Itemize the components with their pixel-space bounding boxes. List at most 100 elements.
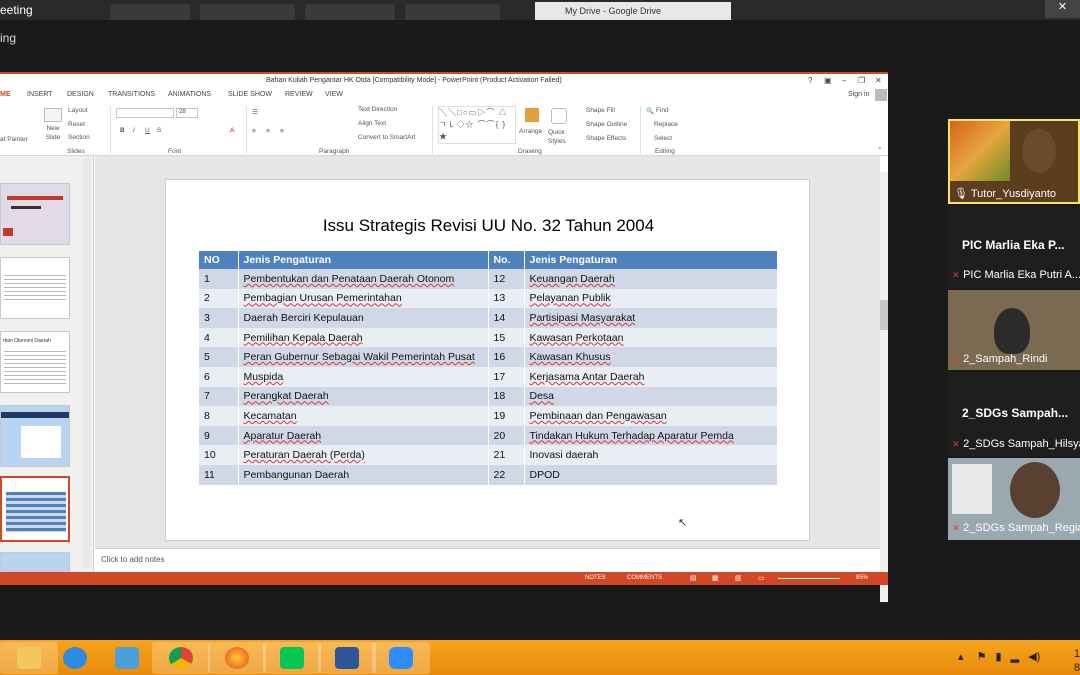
bullets-icon[interactable]: ☰	[252, 108, 258, 116]
taskbar-chrome[interactable]	[152, 642, 210, 674]
collapse-ribbon-icon[interactable]: ⌃	[877, 146, 882, 154]
layout-button[interactable]: Layout	[68, 107, 88, 114]
arrange-button[interactable]: Arrange	[519, 128, 542, 135]
cell-jenis: Keuangan Daerah	[524, 269, 778, 289]
align-left-icon[interactable]: ≡	[252, 128, 256, 135]
participant-video-tile[interactable]: ✕ 2_SDGs Sampah_Regia	[948, 458, 1080, 540]
slide-thumbnail[interactable]	[0, 405, 70, 467]
tab-design[interactable]: DESIGN	[67, 91, 94, 98]
new-slide-button[interactable]: New Slide	[40, 124, 66, 142]
cell-jenis: Desa	[524, 386, 778, 407]
volume-icon[interactable]: ◀)	[1028, 651, 1040, 663]
tab-animations[interactable]: ANIMATIONS	[168, 91, 211, 98]
shape-fill-button[interactable]: Shape Fill	[586, 107, 615, 114]
zoom-title: eeting	[0, 3, 33, 17]
select-button[interactable]: Select	[654, 135, 672, 142]
tab-insert[interactable]: INSERT	[27, 91, 53, 98]
text-direction-button[interactable]: Text Direction	[358, 106, 397, 113]
slide-sorter-icon[interactable]: ▦	[712, 574, 719, 582]
taskbar-zoom[interactable]	[372, 642, 430, 674]
zoom-level[interactable]: 85%	[856, 575, 868, 581]
firefox-icon	[225, 647, 249, 669]
divider	[246, 106, 247, 154]
scroll-thumb[interactable]	[880, 300, 888, 330]
quick-styles-button[interactable]: Quick Styles	[548, 128, 572, 146]
slide-thumbnail[interactable]	[0, 257, 70, 319]
shapes-gallery[interactable]: ╲╲□○▭▷⌒ △ㄱ㇄◇☆ ⌒⌒{ }★	[438, 106, 516, 144]
restore-icon[interactable]: ❐	[858, 76, 865, 85]
tab-slide-show[interactable]: SLIDE SHOW	[228, 91, 272, 98]
comments-button[interactable]: COMMENTS	[627, 575, 662, 581]
bold-button[interactable]: B	[120, 127, 125, 134]
tab-review[interactable]: REVIEW	[285, 91, 313, 98]
close-icon[interactable]: ✕	[875, 76, 882, 85]
participant-label: ✕ 2_Sampah_Rindi	[952, 353, 1047, 365]
power-icon[interactable]: ▮	[996, 651, 1002, 663]
shape-outline-button[interactable]: Shape Outline	[586, 121, 627, 128]
zoom-slider[interactable]	[778, 578, 840, 579]
minimize-icon[interactable]: –	[842, 76, 846, 85]
align-right-icon[interactable]: ≡	[280, 128, 284, 135]
taskbar-firefox[interactable]	[208, 642, 266, 674]
reading-view-icon[interactable]: ▥	[735, 574, 742, 582]
table-row: 10 Peraturan Daerah (Perda) 21 Inovasi daer…	[199, 445, 778, 465]
vertical-scrollbar[interactable]	[880, 172, 888, 602]
word-icon	[335, 647, 359, 669]
taskbar-word[interactable]	[318, 642, 376, 674]
italic-button[interactable]: I	[133, 127, 135, 134]
shape-effects-button[interactable]: Shape Effects	[586, 135, 626, 142]
taskbar-line[interactable]	[263, 642, 321, 674]
help-icon[interactable]: ?	[808, 76, 812, 85]
tray-expand-icon[interactable]: ▴	[958, 651, 964, 663]
participant-video-tutor[interactable]: 🎙 Tutor_Yusdiyanto	[948, 119, 1080, 204]
notes-pane[interactable]: Click to add notes	[95, 548, 880, 572]
participant-name: Tutor_Yusdiyanto	[970, 188, 1057, 200]
clock-time[interactable]: 1	[1074, 648, 1080, 660]
close-button[interactable]: ✕	[1045, 0, 1080, 18]
align-text-button[interactable]: Align Text	[358, 120, 386, 127]
slide-thumbnail[interactable]	[0, 552, 70, 572]
tab-view[interactable]: VIEW	[325, 91, 343, 98]
tab-transitions[interactable]: TRANSITIONS	[108, 91, 155, 98]
normal-view-icon[interactable]: ▤	[690, 574, 697, 582]
slide-thumbnail-selected[interactable]	[0, 476, 70, 542]
google-drive-tab[interactable]: My Drive - Google Drive	[535, 2, 731, 20]
notes-button[interactable]: NOTES	[585, 575, 606, 581]
cell-number: 7	[199, 386, 239, 407]
font-color-button[interactable]: A	[230, 127, 234, 134]
section-button[interactable]: Section	[68, 134, 90, 141]
taskbar-media[interactable]	[98, 642, 156, 674]
flag-icon[interactable]: ⚑	[977, 651, 987, 663]
format-painter-button[interactable]: at Painter	[0, 136, 28, 143]
participant-label: ✕ PIC Marlia Eka Putri A...	[952, 269, 1080, 281]
cell-number: 17	[488, 366, 525, 387]
cell-jenis: Perangkat Daerah	[238, 386, 489, 407]
ribbon-display-icon[interactable]: ▣	[824, 76, 832, 85]
participant-tile[interactable]: PIC Marlia Eka P... ✕ PIC Marlia Eka Put…	[948, 206, 1080, 288]
sign-in-link[interactable]: Sign in	[848, 91, 869, 98]
thumb-text	[4, 348, 66, 386]
font-size-box[interactable]: 28	[176, 108, 198, 118]
slide-thumbnail[interactable]: rtian Otonomi Daerah	[0, 331, 70, 393]
slide-thumbnail[interactable]	[0, 183, 70, 245]
replace-button[interactable]: Replace	[654, 121, 678, 128]
find-button[interactable]: Find	[656, 107, 669, 114]
slide-thumbnails-pane[interactable]: rtian Otonomi Daerah	[0, 156, 94, 572]
shadow-button[interactable]: S	[157, 127, 161, 134]
font-name-box[interactable]	[116, 108, 174, 118]
slideshow-icon[interactable]: ▭	[758, 574, 765, 582]
taskbar-ie[interactable]	[46, 642, 104, 674]
participant-video-tile[interactable]: ✕ 2_Sampah_Rindi	[948, 290, 1080, 370]
reset-button[interactable]: Reset	[68, 121, 85, 128]
align-center-icon[interactable]: ≡	[266, 128, 270, 135]
cell-number: 21	[488, 445, 525, 465]
clock-date[interactable]: 8	[1074, 662, 1080, 674]
network-icon[interactable]: ▂	[1011, 651, 1019, 663]
convert-smartart-button[interactable]: Convert to SmartArt	[358, 134, 415, 141]
participant-tile[interactable]: 2_SDGs Sampah... ✕ 2_SDGs Sampah_Hilsya	[948, 372, 1080, 456]
cell-number: 2	[199, 288, 239, 309]
thumbs-scrollbar[interactable]	[83, 158, 91, 568]
underline-button[interactable]: U	[145, 127, 150, 134]
cell-number: 5	[199, 347, 239, 367]
tab-home[interactable]: ME	[0, 91, 11, 98]
